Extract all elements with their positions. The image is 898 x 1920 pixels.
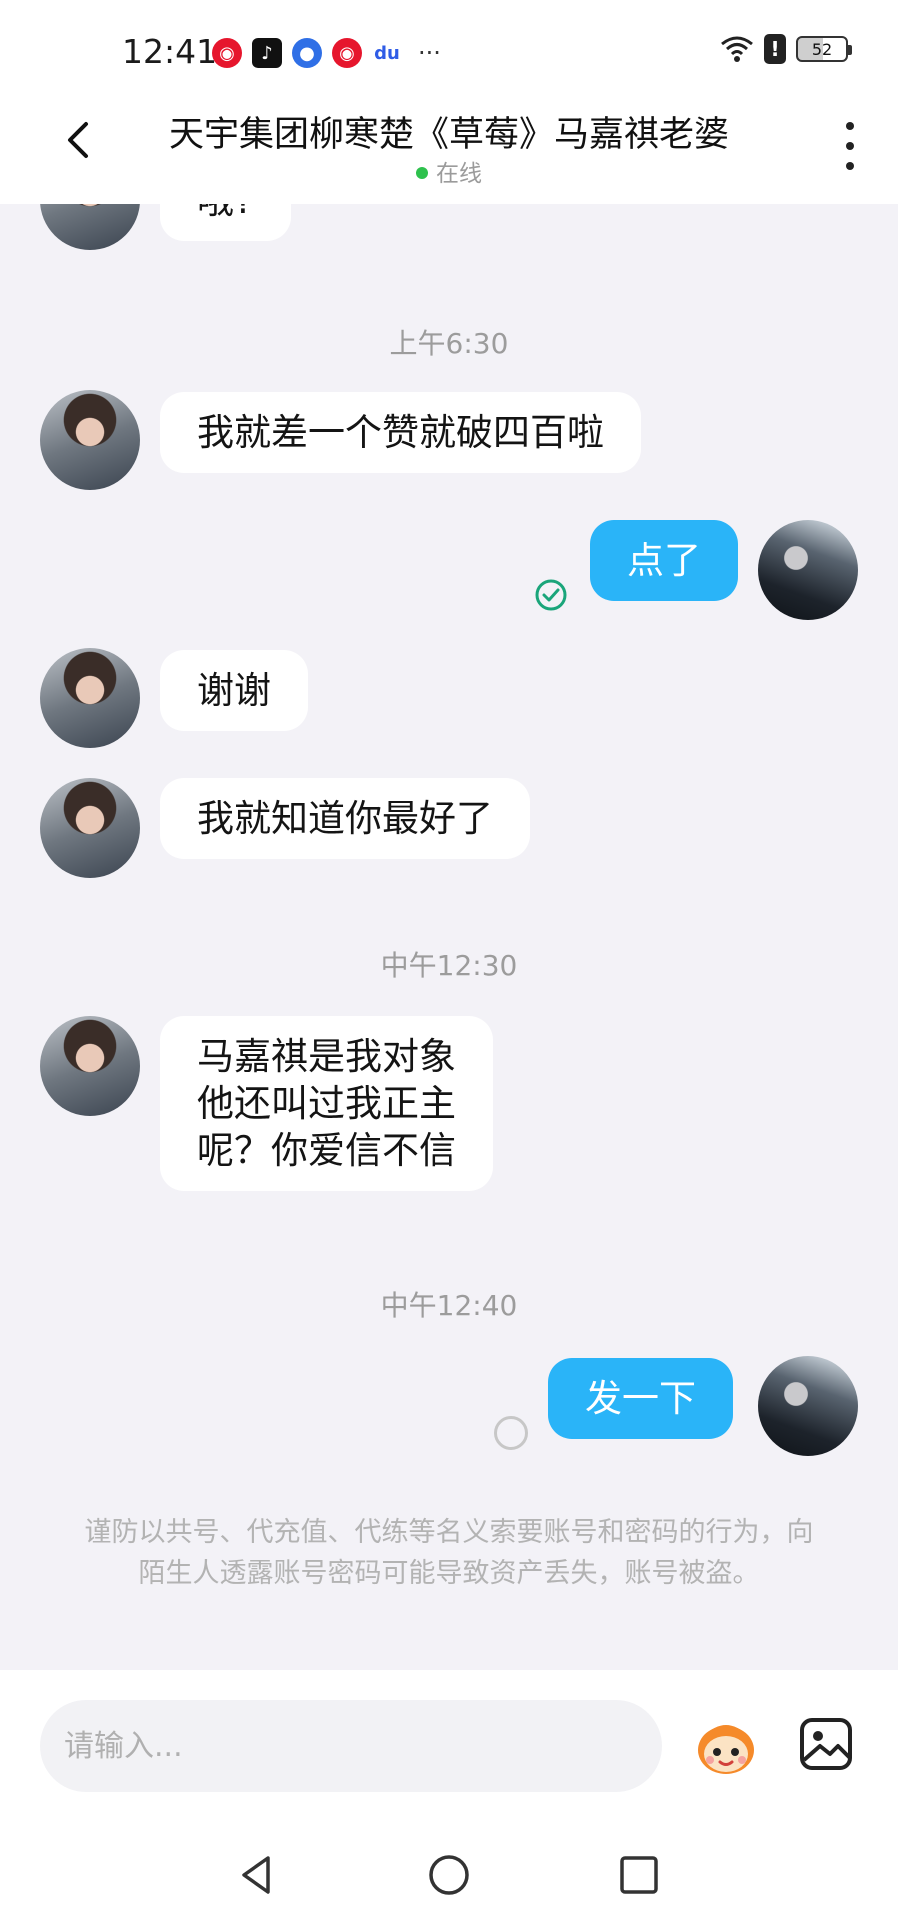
system-icons: ! 52 — [720, 34, 852, 64]
my-avatar[interactable] — [758, 1356, 858, 1456]
dot-icon — [846, 142, 854, 150]
chat-header: 天宇集团柳寒楚《草莓》马嘉祺老婆 在线 — [0, 92, 898, 204]
contact-avatar[interactable] — [40, 648, 140, 748]
browser-icon: ● — [292, 38, 322, 68]
dot-icon — [846, 162, 854, 170]
security-notice: 谨防以共号、代充值、代练等名义索要账号和密码的行为，向陌生人透露账号密码可能导致… — [84, 1517, 814, 1589]
weibo-icon: ◉ — [332, 38, 362, 68]
baidu-icon: du — [372, 38, 402, 68]
alert-icon: ! — [764, 34, 786, 64]
system-nav-bar — [0, 1830, 898, 1920]
message-line: 他还叫过我正主 — [197, 1082, 456, 1125]
message-line: 马嘉祺是我对象 — [197, 1035, 456, 1078]
tiktok-icon: ♪ — [252, 38, 282, 68]
more-notifications-icon: ··· — [418, 39, 441, 67]
contact-avatar[interactable] — [40, 1016, 140, 1116]
message-bubble-incoming[interactable]: 我就知道你最好了 — [160, 778, 530, 859]
contact-avatar[interactable] — [40, 390, 140, 490]
status-bar: 12:41 ◉ ♪ ● ◉ du ··· ! 52 — [0, 0, 898, 92]
more-options-button[interactable] — [842, 122, 858, 170]
emoji-sticker-button[interactable] — [690, 1710, 762, 1782]
my-avatar[interactable] — [758, 520, 858, 620]
nav-home-icon[interactable] — [424, 1850, 474, 1900]
message-line: 呢？你爱信不信 — [197, 1129, 456, 1172]
nav-back-icon[interactable] — [232, 1850, 282, 1900]
chat-title: 天宇集团柳寒楚《草莓》马嘉祺老婆 — [168, 115, 729, 155]
wifi-icon — [721, 36, 753, 62]
message-list[interactable]: 哦? 上午6:30 我就差一个赞就破四百啦 点了 谢谢 我就知道你最好了 中午1… — [0, 204, 898, 1670]
sending-status-icon — [494, 1416, 528, 1450]
dot-icon — [846, 122, 854, 130]
status-time: 12:41 — [122, 32, 218, 71]
image-picker-button[interactable] — [798, 1716, 854, 1772]
message-input[interactable] — [40, 1700, 662, 1792]
battery-icon: 52 — [796, 36, 852, 62]
message-bubble-incoming[interactable]: 谢谢 — [160, 650, 308, 731]
online-dot-icon — [416, 166, 428, 179]
battery-level: 52 — [811, 39, 833, 59]
read-check-icon — [535, 579, 567, 611]
notification-icons: ◉ ♪ ● ◉ du ··· — [212, 38, 441, 68]
online-status-label: 在线 — [436, 161, 482, 187]
nav-recents-icon[interactable] — [614, 1850, 664, 1900]
contact-avatar[interactable] — [40, 778, 140, 878]
contact-avatar[interactable] — [40, 204, 140, 250]
input-bar — [0, 1670, 898, 1830]
message-bubble-outgoing[interactable]: 点了 — [590, 520, 738, 601]
timestamp: 上午6:30 — [389, 327, 509, 360]
timestamp: 中午12:30 — [380, 949, 518, 982]
message-bubble-incoming[interactable]: 马嘉祺是我对象 他还叫过我正主 呢？你爱信不信 — [160, 1016, 493, 1191]
message-bubble-incoming[interactable]: 哦? — [160, 204, 291, 241]
weibo-icon: ◉ — [212, 38, 242, 68]
message-bubble-incoming[interactable]: 我就差一个赞就破四百啦 — [160, 392, 641, 473]
online-status: 在线 — [0, 154, 898, 188]
timestamp: 中午12:40 — [380, 1289, 518, 1322]
message-bubble-outgoing[interactable]: 发一下 — [548, 1358, 733, 1439]
